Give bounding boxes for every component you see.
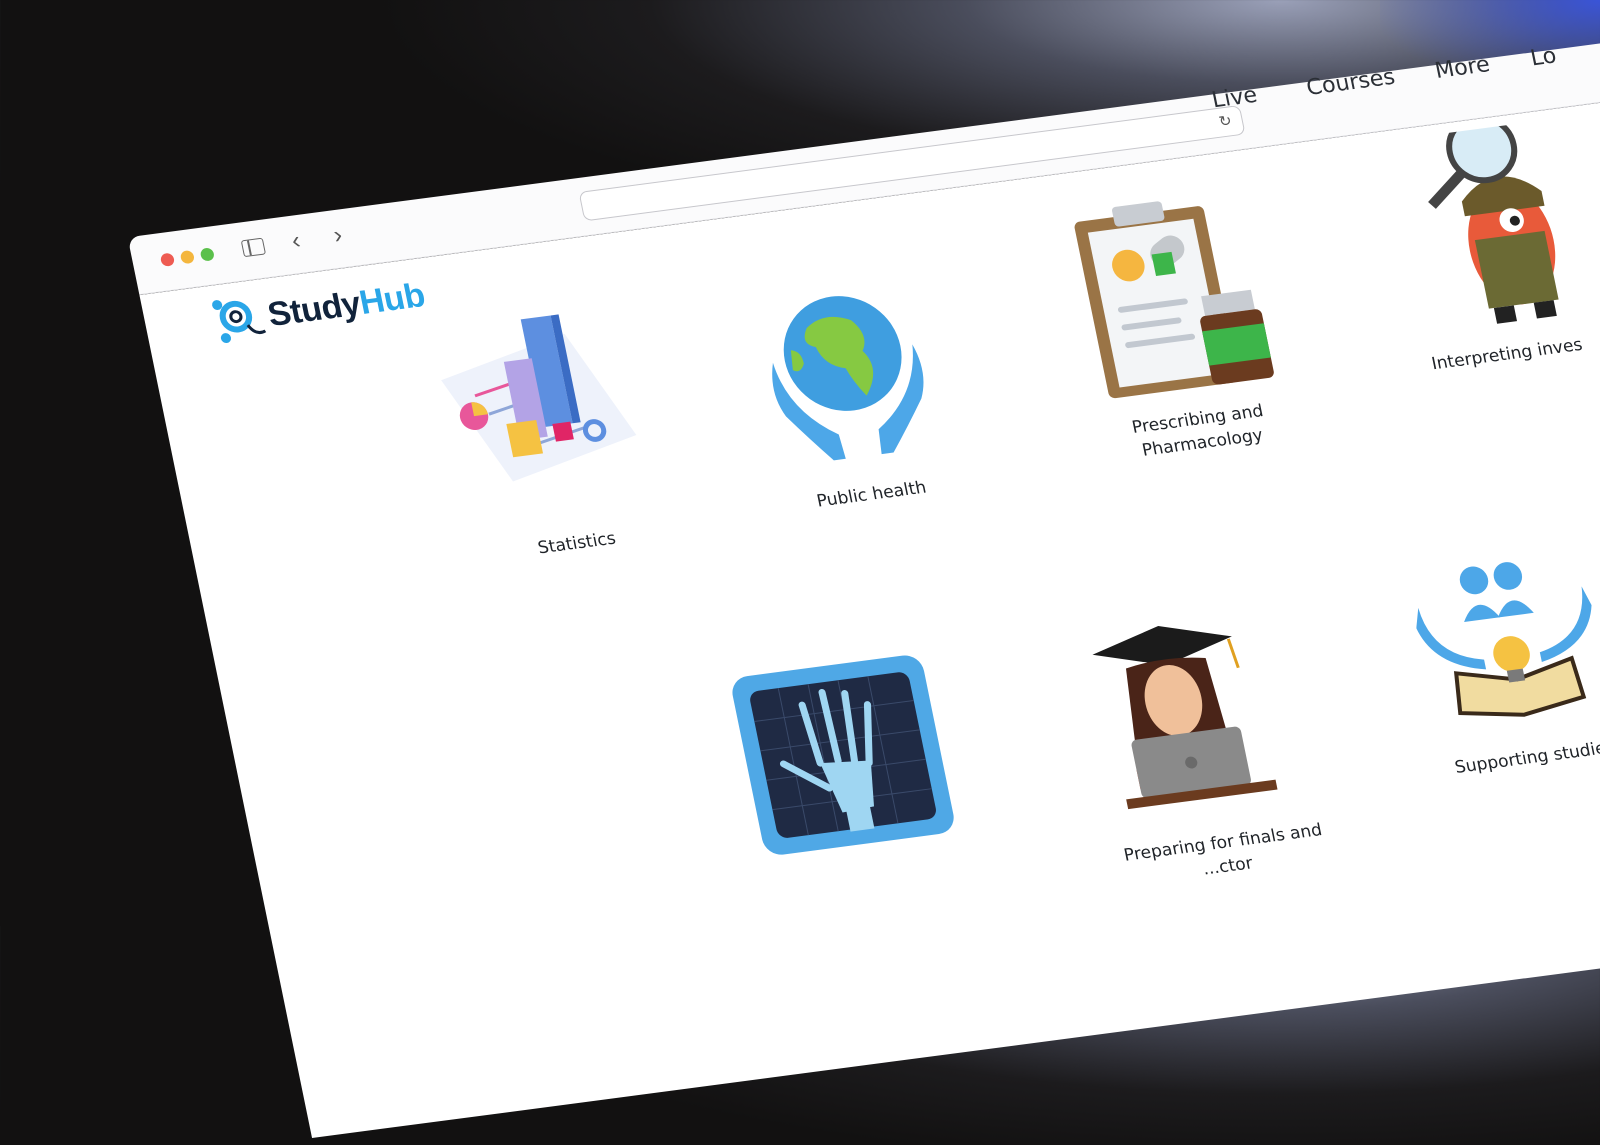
nav-login[interactable]: Lo: [1528, 44, 1558, 72]
course-card-radiology[interactable]: [724, 649, 963, 871]
sidebar-toggle-icon[interactable]: [240, 237, 267, 258]
course-card-prescribing[interactable]: [1060, 181, 1281, 410]
minimize-window-button[interactable]: [179, 249, 196, 265]
course-label-prescribing-text: Prescribing and Pharmacology: [1130, 401, 1266, 461]
detective-magnifier-icon: [1428, 113, 1559, 324]
forward-arrow-icon[interactable]: ›: [331, 222, 345, 250]
course-card-statistics[interactable]: [407, 283, 692, 540]
browser-window: ‹ › ↻ Live Courses More Lo StudyHub Stat…: [127, 28, 1600, 1145]
course-label-finals-text-2: ...ctor: [1201, 853, 1255, 880]
course-card-public-health[interactable]: [749, 274, 944, 471]
close-window-button[interactable]: [159, 252, 176, 267]
back-arrow-icon[interactable]: ‹: [289, 227, 303, 255]
course-label-public-health[interactable]: Public health: [750, 467, 994, 522]
course-label-finals[interactable]: Preparing for finals and ...ctor: [1111, 817, 1340, 893]
zoom-window-button[interactable]: [199, 247, 216, 262]
nav-courses[interactable]: Courses: [1304, 65, 1397, 101]
course-label-supporting[interactable]: Supporting studies: [1433, 733, 1600, 783]
hands-book-lightbulb-icon: [1416, 562, 1592, 717]
reload-icon[interactable]: ↻: [1217, 111, 1233, 130]
clipboard-pills-icon: [1074, 201, 1274, 399]
course-card-supporting[interactable]: [1404, 546, 1600, 736]
logo-wordmark: StudyHub: [265, 276, 429, 335]
logo-text-study: Study: [264, 284, 364, 335]
course-label-interpreting[interactable]: Interpreting inves: [1429, 327, 1600, 377]
graduate-laptop-icon: [1092, 626, 1278, 810]
nav-live[interactable]: Live: [1210, 83, 1260, 113]
course-card-finals[interactable]: [1077, 603, 1296, 823]
statistics-chart-icon: [441, 314, 637, 482]
globe-hands-icon: [772, 296, 924, 461]
xray-hand-icon: [732, 655, 954, 855]
course-card-interpreting[interactable]: [1398, 113, 1600, 335]
